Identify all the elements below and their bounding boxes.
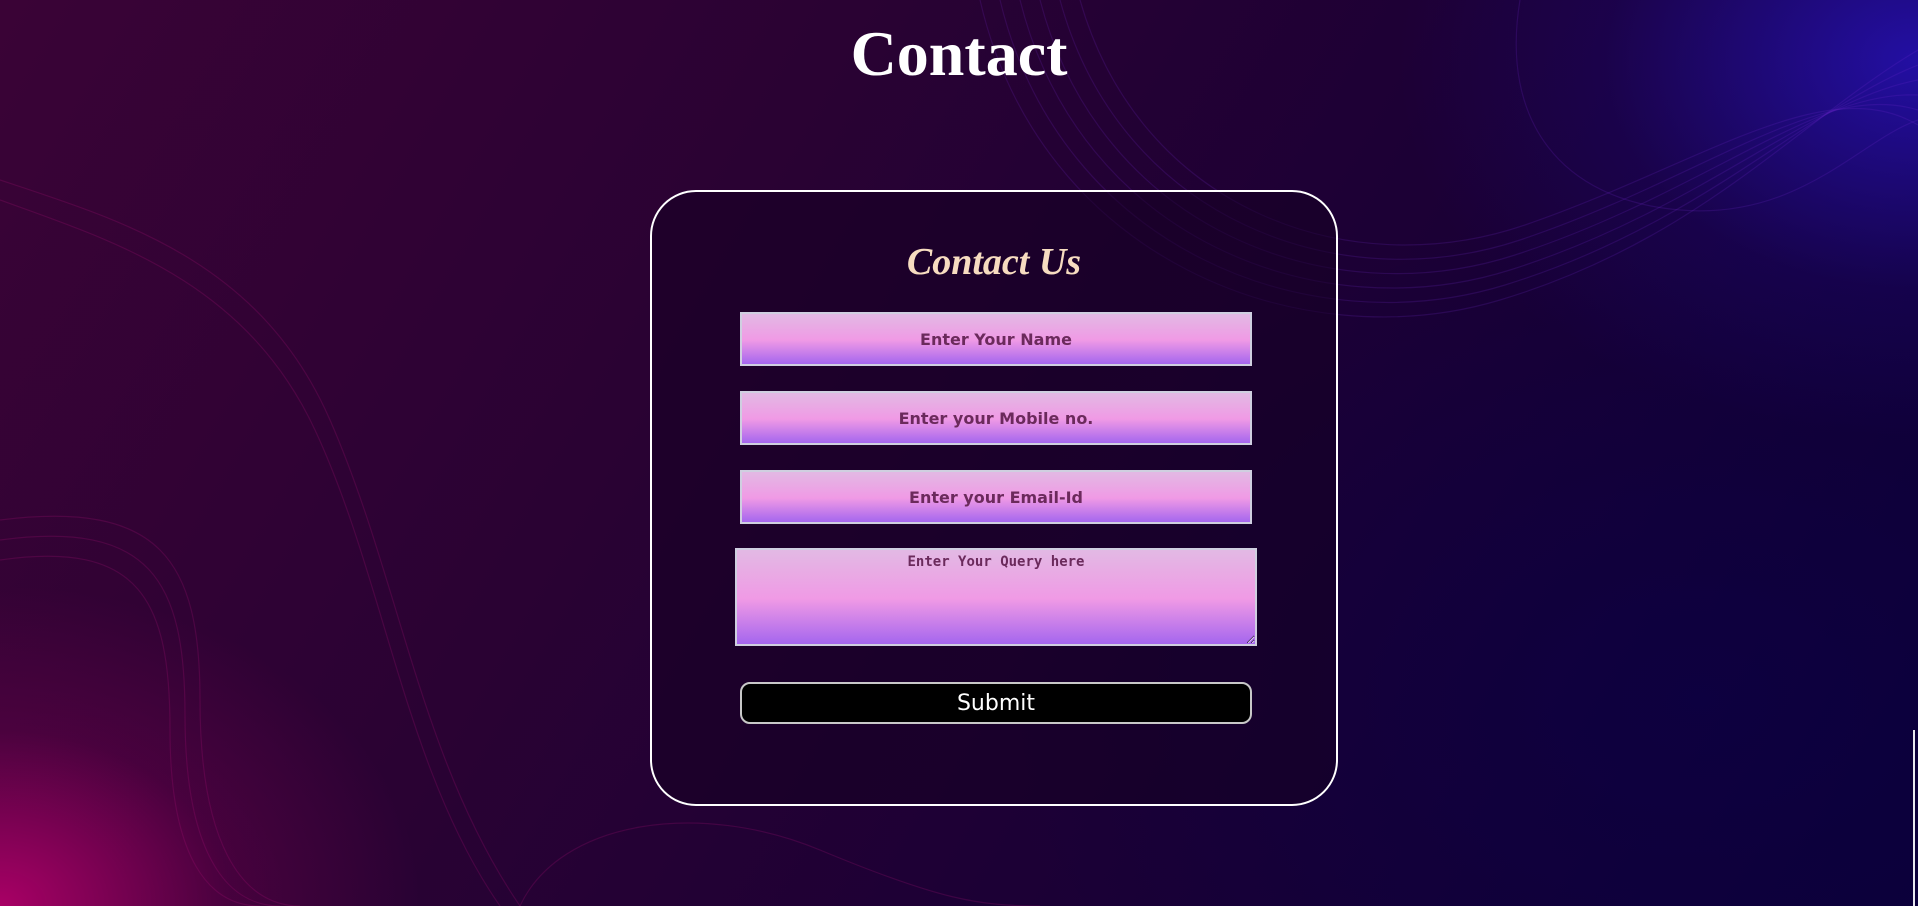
mobile-input[interactable] <box>740 391 1252 445</box>
submit-button[interactable]: Submit <box>740 682 1252 724</box>
email-input[interactable] <box>740 470 1252 524</box>
query-textarea[interactable] <box>735 548 1257 646</box>
contact-form-heading: Contact Us <box>906 241 1082 283</box>
contact-form-card: Contact Us Submit <box>650 190 1338 806</box>
page-title: Contact <box>850 18 1068 89</box>
scrollbar-thumb[interactable] <box>1913 730 1915 906</box>
name-input[interactable] <box>740 312 1252 366</box>
